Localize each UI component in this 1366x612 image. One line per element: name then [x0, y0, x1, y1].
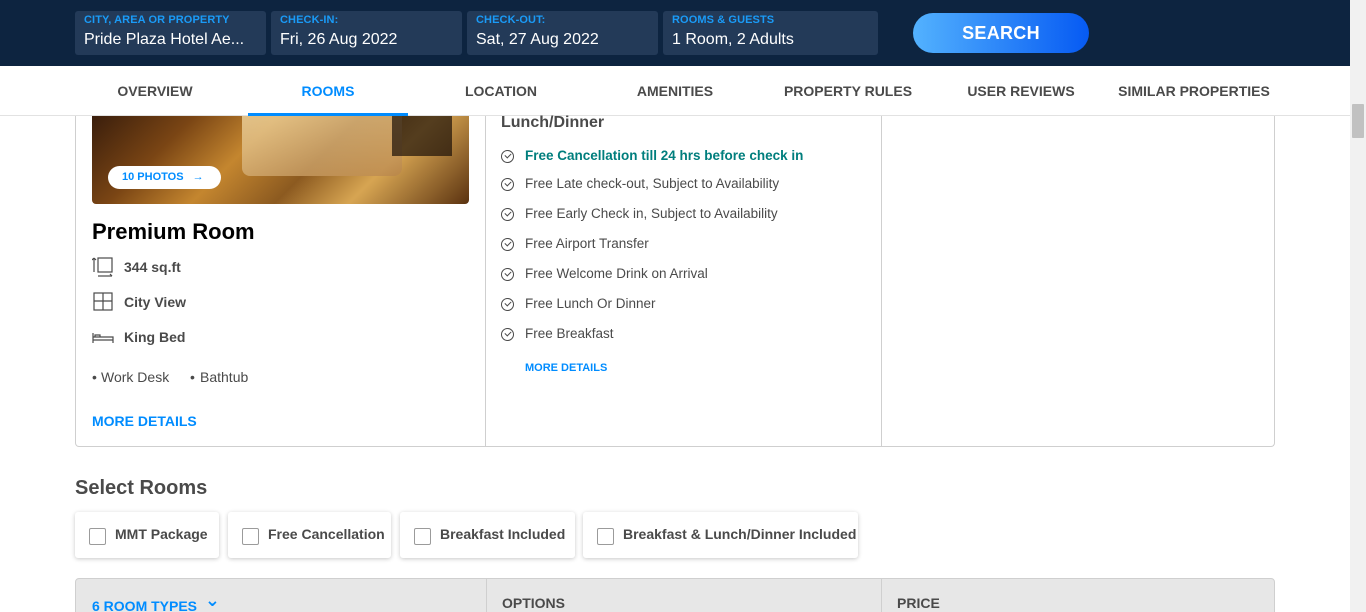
tab-user-reviews[interactable]: USER REVIEWS — [941, 66, 1101, 116]
search-header: CITY, AREA OR PROPERTY Pride Plaza Hotel… — [0, 0, 1350, 66]
checkout-field[interactable]: CHECK-OUT: Sat, 27 Aug 2022 — [467, 11, 658, 55]
tab-location[interactable]: LOCATION — [421, 66, 581, 116]
chevron-down-icon: ⌄ — [204, 590, 221, 610]
check-circle-icon — [501, 298, 514, 311]
column-divider — [486, 579, 487, 612]
view-text: City View — [124, 294, 186, 310]
tab-similar-properties[interactable]: SIMILAR PROPERTIES — [1114, 66, 1274, 116]
photos-count-button[interactable]: 10 PHOTOS → — [108, 166, 221, 189]
inclusion-text: Free Early Check in, Subject to Availabi… — [525, 206, 778, 221]
checkin-field-label: CHECK-IN: — [280, 14, 339, 26]
room-size-icon — [92, 257, 113, 277]
extra-bullet: • — [190, 369, 195, 385]
column-divider — [881, 579, 882, 612]
window-view-icon — [93, 292, 113, 311]
room-name: Premium Room — [92, 219, 255, 244]
filter-free-cancellation[interactable]: Free Cancellation — [228, 512, 391, 558]
room-size-text: 344 sq.ft — [124, 259, 181, 275]
bed-text: King Bed — [124, 329, 186, 345]
options-column-header: OPTIONS — [502, 595, 566, 611]
filter-breakfast-included[interactable]: Breakfast Included — [400, 512, 575, 558]
option-heading: Lunch/Dinner — [501, 114, 605, 131]
checkbox[interactable] — [242, 528, 259, 545]
photo-bed-shape — [242, 116, 402, 176]
filter-mmt-package[interactable]: MMT Package — [75, 512, 219, 558]
check-circle-icon — [501, 150, 514, 163]
check-circle-icon — [501, 238, 514, 251]
select-rooms-title: Select Rooms — [75, 477, 208, 499]
checkbox[interactable] — [89, 528, 106, 545]
checkout-field-label: CHECK-OUT: — [476, 14, 546, 26]
scrollbar-thumb[interactable] — [1352, 104, 1364, 138]
rooms-guests-label: ROOMS & GUESTS — [672, 14, 775, 26]
checkin-field[interactable]: CHECK-IN: Fri, 26 Aug 2022 — [271, 11, 462, 55]
room-more-details-link[interactable]: MORE DETAILS — [92, 413, 197, 429]
tab-property-rules[interactable]: PROPERTY RULES — [768, 66, 928, 116]
city-field-label: CITY, AREA OR PROPERTY — [84, 14, 230, 26]
check-circle-icon — [501, 328, 514, 341]
photos-count-label: 10 PHOTOS — [122, 171, 184, 183]
checkout-field-value: Sat, 27 Aug 2022 — [476, 31, 599, 48]
filter-label: Breakfast & Lunch/Dinner Included — [623, 526, 857, 542]
extra-bullet: • — [92, 369, 97, 385]
city-field[interactable]: CITY, AREA OR PROPERTY Pride Plaza Hotel… — [75, 11, 266, 55]
section-tabs: OVERVIEW ROOMS LOCATION AMENITIES PROPER… — [0, 66, 1350, 116]
tab-overview[interactable]: OVERVIEW — [75, 66, 235, 116]
tab-amenities[interactable]: AMENITIES — [595, 66, 755, 116]
extra-bathtub: Bathtub — [200, 369, 249, 385]
arrow-right-icon: → — [192, 171, 204, 183]
bed-icon — [92, 333, 114, 343]
filter-label: Breakfast Included — [440, 526, 566, 542]
check-circle-icon — [501, 268, 514, 281]
filter-label: Free Cancellation — [268, 526, 385, 542]
extra-work-desk: Work Desk — [101, 369, 170, 385]
room-types-dropdown[interactable]: 6 ROOM TYPES ⌄ — [92, 590, 220, 612]
inclusion-text: Free Late check-out, Subject to Availabi… — [525, 176, 780, 191]
inclusion-text: Free Welcome Drink on Arrival — [525, 266, 708, 281]
inclusion-text: Free Breakfast — [525, 326, 614, 341]
rooms-table-header: 6 ROOM TYPES ⌄ OPTIONS PRICE — [75, 578, 1275, 612]
column-divider — [485, 116, 486, 446]
option-more-details-link[interactable]: MORE DETAILS — [525, 362, 607, 374]
inclusion-text: Free Lunch Or Dinner — [525, 296, 656, 311]
room-photo[interactable] — [92, 116, 469, 204]
inclusion-text: Free Airport Transfer — [525, 236, 649, 251]
filter-label: MMT Package — [115, 526, 208, 542]
checkbox[interactable] — [414, 528, 431, 545]
rooms-guests-field[interactable]: ROOMS & GUESTS 1 Room, 2 Adults — [663, 11, 878, 55]
column-divider — [881, 116, 882, 446]
city-field-value: Pride Plaza Hotel Ae... — [84, 31, 245, 48]
check-circle-icon — [501, 208, 514, 221]
page-scrollbar[interactable] — [1350, 0, 1366, 612]
filter-breakfast-lunch-dinner[interactable]: Breakfast & Lunch/Dinner Included — [583, 512, 858, 558]
inclusion-text: Free Cancellation till 24 hrs before che… — [525, 148, 804, 163]
tab-rooms[interactable]: ROOMS — [248, 66, 408, 116]
check-circle-icon — [501, 178, 514, 191]
price-column-header: PRICE — [897, 595, 940, 611]
rooms-guests-value: 1 Room, 2 Adults — [672, 31, 794, 48]
checkbox[interactable] — [597, 528, 614, 545]
photo-lamp-shape — [392, 116, 452, 156]
room-types-label: 6 ROOM TYPES — [92, 598, 198, 612]
search-button[interactable]: SEARCH — [913, 13, 1089, 53]
checkin-field-value: Fri, 26 Aug 2022 — [280, 31, 398, 48]
